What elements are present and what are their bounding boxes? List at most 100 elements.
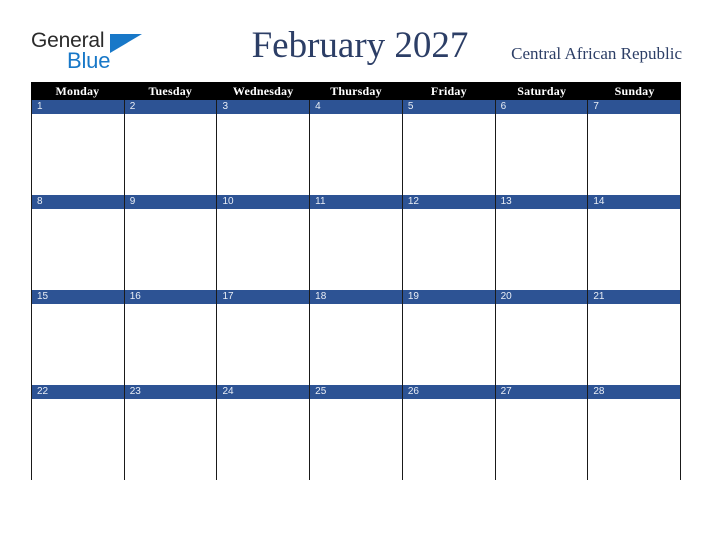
day-notes-area[interactable] bbox=[402, 209, 495, 290]
day-number: 13 bbox=[495, 195, 588, 209]
day-number: 15 bbox=[32, 290, 124, 304]
day-cell[interactable]: 25 bbox=[310, 385, 403, 480]
day-cell[interactable]: 8 bbox=[32, 195, 125, 290]
weekday-header-tuesday: Tuesday bbox=[148, 84, 193, 98]
day-notes-area[interactable] bbox=[217, 209, 310, 290]
day-number: 11 bbox=[310, 195, 402, 209]
day-cell[interactable]: 19 bbox=[402, 290, 496, 385]
day-cell[interactable]: 11 bbox=[310, 195, 403, 290]
day-notes-area[interactable] bbox=[32, 209, 124, 290]
day-number: 5 bbox=[402, 100, 495, 114]
calendar-grid: Monday Tuesday Wednesday Thursday Friday… bbox=[31, 82, 682, 480]
weekday-header-sunday: Sunday bbox=[614, 84, 655, 98]
day-number: 19 bbox=[402, 290, 495, 304]
day-cell[interactable]: 6 bbox=[495, 100, 589, 195]
day-cell[interactable]: 7 bbox=[588, 100, 682, 195]
day-cell[interactable]: 10 bbox=[217, 195, 311, 290]
day-number: 3 bbox=[217, 100, 310, 114]
day-number: 14 bbox=[588, 195, 681, 209]
day-notes-area[interactable] bbox=[310, 114, 402, 195]
day-cell[interactable]: 13 bbox=[495, 195, 589, 290]
day-number: 28 bbox=[588, 385, 681, 399]
day-cell[interactable]: 28 bbox=[588, 385, 682, 480]
day-number: 9 bbox=[124, 195, 217, 209]
day-number: 25 bbox=[310, 385, 402, 399]
day-number: 1 bbox=[32, 100, 124, 114]
day-cell[interactable]: 17 bbox=[217, 290, 311, 385]
day-number: 7 bbox=[588, 100, 681, 114]
weekday-header-friday: Friday bbox=[430, 84, 467, 98]
day-notes-area[interactable] bbox=[588, 114, 681, 195]
day-notes-area[interactable] bbox=[124, 114, 217, 195]
day-number: 8 bbox=[32, 195, 124, 209]
day-notes-area[interactable] bbox=[32, 304, 124, 385]
logo-text-blue: Blue bbox=[67, 48, 111, 73]
day-cell[interactable]: 14 bbox=[588, 195, 682, 290]
day-notes-area[interactable] bbox=[310, 209, 402, 290]
day-notes-area[interactable] bbox=[124, 209, 217, 290]
day-notes-area[interactable] bbox=[124, 399, 217, 480]
day-notes-area[interactable] bbox=[402, 114, 495, 195]
day-cell[interactable]: 5 bbox=[402, 100, 496, 195]
day-notes-area[interactable] bbox=[32, 399, 124, 480]
day-number: 21 bbox=[588, 290, 681, 304]
weekday-header-thursday: Thursday bbox=[330, 84, 382, 98]
day-cell[interactable]: 12 bbox=[402, 195, 496, 290]
day-number: 6 bbox=[495, 100, 588, 114]
week-row: 22 23 24 25 26 27 28 bbox=[31, 385, 682, 480]
day-number: 16 bbox=[124, 290, 217, 304]
day-notes-area[interactable] bbox=[402, 399, 495, 480]
day-notes-area[interactable] bbox=[495, 304, 588, 385]
day-notes-area[interactable] bbox=[588, 304, 681, 385]
day-cell[interactable]: 21 bbox=[588, 290, 682, 385]
day-cell[interactable]: 22 bbox=[32, 385, 125, 480]
day-cell[interactable]: 27 bbox=[495, 385, 589, 480]
day-notes-area[interactable] bbox=[495, 209, 588, 290]
day-cell[interactable]: 2 bbox=[124, 100, 218, 195]
day-cell[interactable]: 20 bbox=[495, 290, 589, 385]
general-blue-logo[interactable]: General Blue bbox=[31, 30, 151, 76]
day-number: 17 bbox=[217, 290, 310, 304]
day-number: 12 bbox=[402, 195, 495, 209]
day-notes-area[interactable] bbox=[217, 399, 310, 480]
weekday-header-wednesday: Wednesday bbox=[232, 84, 294, 98]
day-notes-area[interactable] bbox=[310, 399, 402, 480]
day-number: 18 bbox=[310, 290, 402, 304]
triangle-right-icon bbox=[110, 34, 142, 53]
day-cell[interactable]: 26 bbox=[402, 385, 496, 480]
day-number: 4 bbox=[310, 100, 402, 114]
day-notes-area[interactable] bbox=[495, 399, 588, 480]
day-number: 22 bbox=[32, 385, 124, 399]
day-notes-area[interactable] bbox=[310, 304, 402, 385]
day-cell[interactable]: 3 bbox=[217, 100, 311, 195]
day-number: 2 bbox=[124, 100, 217, 114]
day-notes-area[interactable] bbox=[495, 114, 588, 195]
day-cell[interactable]: 24 bbox=[217, 385, 311, 480]
weekday-header-saturday: Saturday bbox=[517, 84, 567, 98]
day-cell[interactable]: 1 bbox=[32, 100, 125, 195]
country-label: Central African Republic bbox=[511, 44, 682, 63]
day-number: 10 bbox=[217, 195, 310, 209]
day-number: 24 bbox=[217, 385, 310, 399]
day-notes-area[interactable] bbox=[32, 114, 124, 195]
page-header: General Blue February 2027 Central Afric… bbox=[0, 0, 712, 82]
day-number: 26 bbox=[402, 385, 495, 399]
day-notes-area[interactable] bbox=[588, 209, 681, 290]
day-notes-area[interactable] bbox=[588, 399, 681, 480]
day-notes-area[interactable] bbox=[124, 304, 217, 385]
day-cell[interactable]: 15 bbox=[32, 290, 125, 385]
day-cell[interactable]: 16 bbox=[124, 290, 218, 385]
weekday-header-row: Monday Tuesday Wednesday Thursday Friday… bbox=[31, 82, 681, 100]
calendar-page: General Blue February 2027 Central Afric… bbox=[0, 0, 712, 550]
day-cell[interactable]: 18 bbox=[310, 290, 403, 385]
day-number: 27 bbox=[495, 385, 588, 399]
day-notes-area[interactable] bbox=[217, 304, 310, 385]
day-number: 20 bbox=[495, 290, 588, 304]
day-cell[interactable]: 9 bbox=[124, 195, 218, 290]
week-row: 8 9 10 11 12 13 14 bbox=[31, 195, 682, 290]
day-cell[interactable]: 23 bbox=[124, 385, 218, 480]
day-cell[interactable]: 4 bbox=[310, 100, 403, 195]
day-notes-area[interactable] bbox=[217, 114, 310, 195]
weekday-header-monday: Monday bbox=[55, 84, 100, 98]
day-notes-area[interactable] bbox=[402, 304, 495, 385]
